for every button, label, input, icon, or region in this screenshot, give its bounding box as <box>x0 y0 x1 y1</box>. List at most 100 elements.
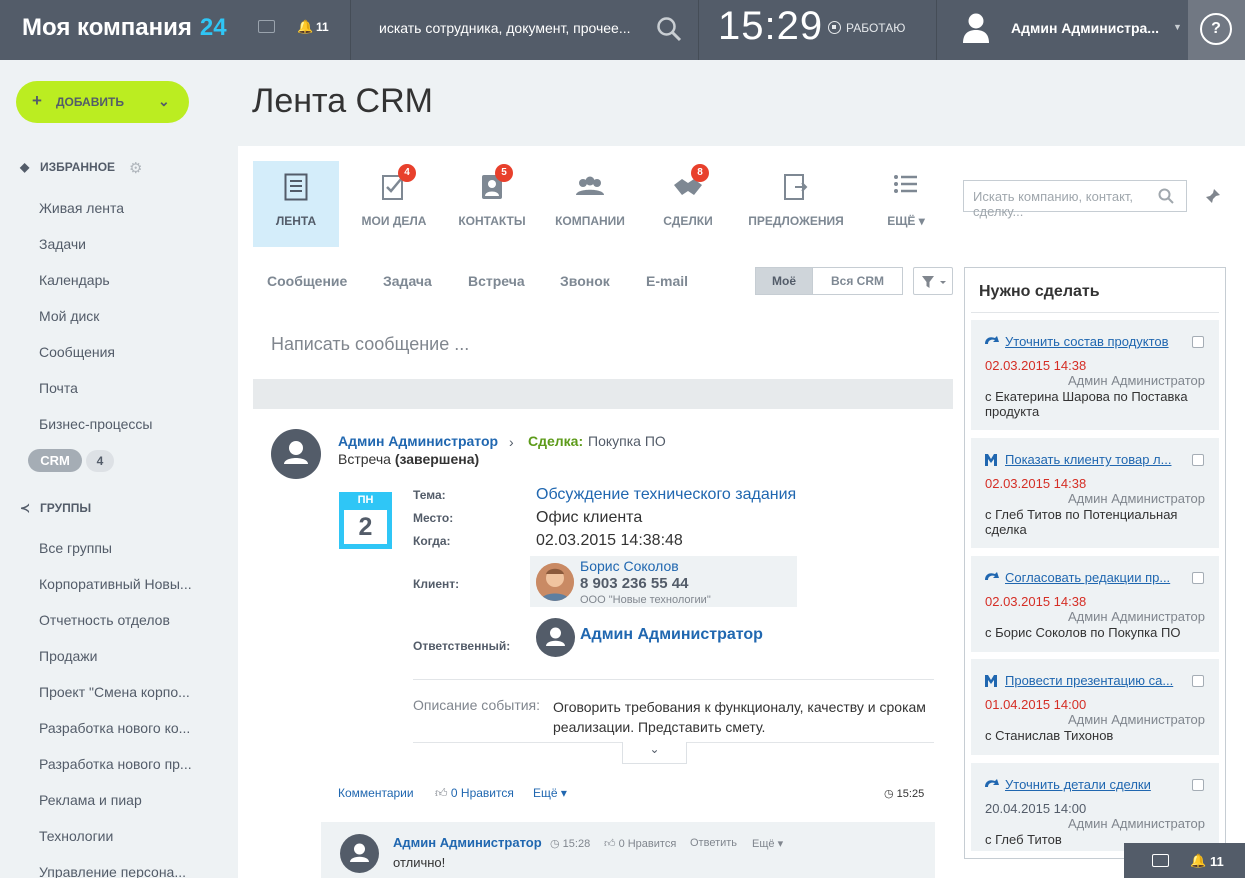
filter-button[interactable] <box>913 267 953 295</box>
tab-companies[interactable]: КОМПАНИИ <box>548 161 632 247</box>
tab-task[interactable]: Задача <box>383 273 432 289</box>
sidebar-item-tasks[interactable]: Задачи <box>39 236 86 252</box>
groups-title[interactable]: ≺ ГРУППЫ <box>20 501 91 515</box>
avatar[interactable] <box>536 618 575 657</box>
chevron-down-icon: ⌄ <box>649 742 660 756</box>
write-message-input[interactable]: Написать сообщение ... <box>271 334 469 355</box>
chat-icon[interactable] <box>258 20 275 33</box>
client-label: Клиент: <box>413 577 460 591</box>
responsible-link[interactable]: Админ Администратор <box>580 626 763 644</box>
todo-title-link[interactable]: Уточнить состав продуктов <box>1005 334 1189 349</box>
place-label: Место: <box>413 511 454 525</box>
comment-text: отлично! <box>393 855 446 870</box>
tab-deals[interactable]: 8 СДЕЛКИ <box>655 161 721 247</box>
more-menu[interactable]: Ещё ▾ <box>533 786 567 800</box>
sidebar-item-group[interactable]: Отчетность отделов <box>39 612 170 628</box>
sidebar-item-bizproc[interactable]: Бизнес-процессы <box>39 416 152 432</box>
clock[interactable]: 15:29 <box>718 4 823 49</box>
sidebar-item-group[interactable]: Проект "Смена корпо... <box>39 684 190 700</box>
todo-title-link[interactable]: Провести презентацию са... <box>1005 673 1189 688</box>
comment-author-link[interactable]: Админ Администратор <box>393 835 542 850</box>
tab-call[interactable]: Звонок <box>560 273 610 289</box>
sidebar-item-group[interactable]: Технологии <box>39 828 113 844</box>
search-icon[interactable] <box>656 16 682 42</box>
tab-contacts[interactable]: 5 КОНТАКТЫ <box>452 161 532 247</box>
deal-name-link[interactable]: Покупка ПО <box>588 433 666 449</box>
avatar[interactable] <box>271 429 321 479</box>
topic-link[interactable]: Обсуждение технического задания <box>536 486 796 504</box>
when-label: Когда: <box>413 534 451 548</box>
add-button[interactable]: + ДОБАВИТЬ ⌄ <box>16 81 189 123</box>
bell-icon[interactable]: 🔔 <box>297 19 313 35</box>
sidebar-item-crm[interactable]: CRM <box>28 449 82 472</box>
chat-icon[interactable] <box>1152 854 1169 867</box>
user-avatar-icon[interactable] <box>962 12 990 44</box>
todo-description: с Глеб Титов по Потенциальная сделка <box>985 507 1178 537</box>
tab-meeting[interactable]: Встреча <box>468 273 525 289</box>
person-photo-icon <box>536 563 574 601</box>
feed-icon <box>284 173 308 201</box>
tab-my-activities[interactable]: 4 МОИ ДЕЛА <box>352 161 436 247</box>
todo-checkbox[interactable] <box>1192 675 1204 687</box>
reply-button[interactable]: Ответить <box>690 837 737 849</box>
tab-email[interactable]: E-mail <box>646 273 688 289</box>
user-icon <box>284 441 308 464</box>
sidebar-item-group[interactable]: Корпоративный Новы... <box>39 576 192 592</box>
expand-button[interactable]: ⌄ <box>622 742 687 764</box>
search-icon[interactable] <box>1158 188 1174 204</box>
comments-link[interactable]: Комментарии <box>338 786 414 800</box>
gear-icon[interactable]: ⚙ <box>129 159 142 177</box>
sidebar-item-group[interactable]: Разработка нового ко... <box>39 720 190 736</box>
filter-mine-button[interactable]: Моё <box>755 267 813 295</box>
user-menu[interactable]: Админ Администра... <box>1011 20 1159 36</box>
comment-more-menu[interactable]: Ещё ▾ <box>752 837 783 850</box>
sidebar-item-feed[interactable]: Живая лента <box>39 200 124 216</box>
crm-search-input[interactable]: Искать компанию, контакт, сделку... <box>963 180 1187 219</box>
pin-icon[interactable] <box>1205 188 1221 204</box>
post-author-link[interactable]: Админ Администратор <box>338 433 498 449</box>
chevron-right-icon: › <box>509 434 514 450</box>
separator-bar <box>253 379 953 409</box>
tab-more[interactable]: ЕЩЁ ▾ <box>880 161 932 247</box>
todo-title-link[interactable]: Уточнить детали сделки <box>1005 777 1189 792</box>
company-logo[interactable]: Моя компания 24 <box>22 14 227 42</box>
sidebar-item-group[interactable]: Разработка нового пр... <box>39 756 192 772</box>
todo-owner: Админ Администратор <box>1067 609 1205 624</box>
divider <box>936 0 937 60</box>
like-button[interactable]: 👍︎ 0 Нравится <box>435 786 514 801</box>
work-status[interactable]: РАБОТАЮ <box>828 21 905 35</box>
client-photo[interactable] <box>536 563 574 601</box>
todo-checkbox[interactable] <box>1192 572 1204 584</box>
sidebar-item-group[interactable]: Все группы <box>39 540 112 556</box>
contacts-count-badge: 5 <box>495 164 513 182</box>
add-button-label: ДОБАВИТЬ <box>56 95 124 109</box>
todo-date: 20.04.2015 14:00 <box>985 801 1087 816</box>
caret-down-icon[interactable]: ▼ <box>1173 22 1182 32</box>
bell-icon[interactable]: 🔔 <box>1190 853 1206 869</box>
todo-title-link[interactable]: Показать клиенту товар л... <box>1005 452 1189 467</box>
avatar[interactable] <box>340 834 379 873</box>
comment-like-button[interactable]: 👍︎ 0 Нравится <box>604 837 676 850</box>
client-name-link[interactable]: Борис Соколов <box>580 558 679 574</box>
client-phone[interactable]: 8 903 236 55 44 <box>580 575 688 592</box>
crm-counter: 4 <box>86 450 114 472</box>
sidebar-item-group[interactable]: Продажи <box>39 648 97 664</box>
post-time: ◷ 15:25 <box>884 788 925 800</box>
tab-quotes[interactable]: ПРЕДЛОЖЕНИЯ <box>742 161 850 247</box>
help-button[interactable]: ? <box>1188 0 1245 60</box>
filter-all-button[interactable]: Вся CRM <box>812 267 903 295</box>
tab-feed[interactable]: ЛЕНТА <box>253 161 339 247</box>
todo-checkbox[interactable] <box>1192 779 1204 791</box>
sidebar-item-group[interactable]: Реклама и пиар <box>39 792 142 808</box>
global-search-input[interactable]: искать сотрудника, документ, прочее... <box>379 20 631 36</box>
sidebar-item-group[interactable]: Управление персона... <box>39 864 186 878</box>
sidebar-item-messages[interactable]: Сообщения <box>39 344 115 360</box>
sidebar-item-disk[interactable]: Мой диск <box>39 308 99 324</box>
todo-checkbox[interactable] <box>1192 454 1204 466</box>
tab-message[interactable]: Сообщение <box>267 273 347 289</box>
sidebar-item-mail[interactable]: Почта <box>39 380 78 396</box>
favorites-title[interactable]: ◆ ИЗБРАННОЕ <box>20 160 115 174</box>
sidebar-item-calendar[interactable]: Календарь <box>39 272 110 288</box>
todo-checkbox[interactable] <box>1192 336 1204 348</box>
todo-title-link[interactable]: Согласовать редакции пр... <box>1005 570 1189 585</box>
